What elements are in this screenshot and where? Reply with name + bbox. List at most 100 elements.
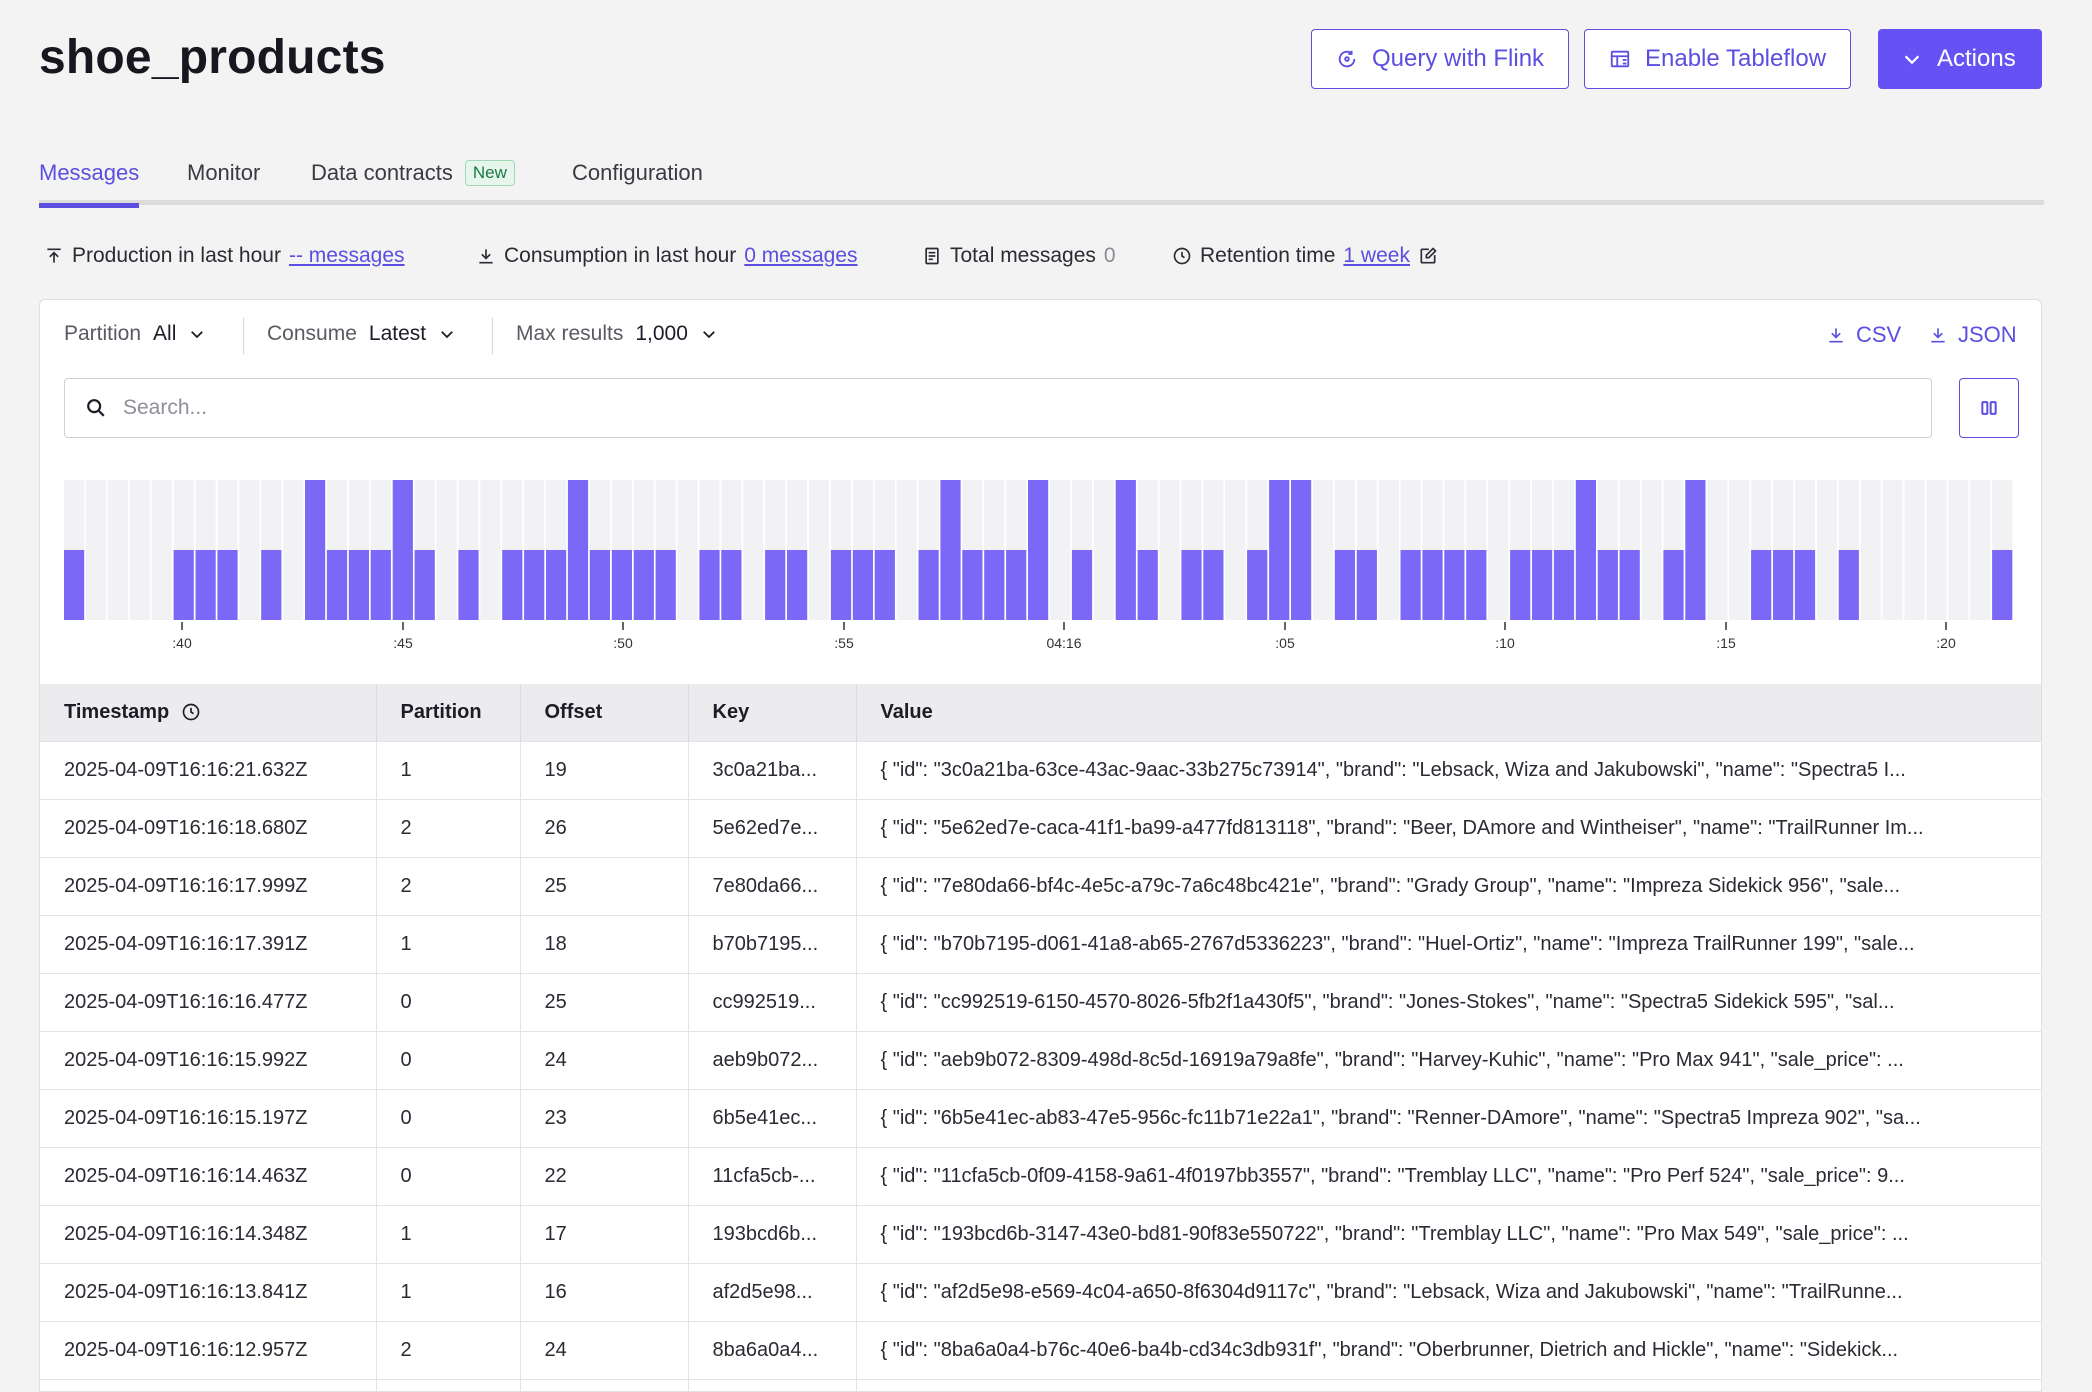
table-row[interactable] <box>40 1378 2041 1391</box>
histogram-bar[interactable] <box>1356 550 1377 620</box>
histogram-bar[interactable] <box>984 550 1005 620</box>
tab-data-contracts[interactable]: Data contracts New <box>311 160 515 202</box>
histogram-bar[interactable] <box>195 550 216 620</box>
histogram-bar[interactable] <box>1422 550 1443 620</box>
column-header-value[interactable]: Value <box>856 684 2041 741</box>
histogram-bar[interactable] <box>1838 550 1859 620</box>
histogram-bar[interactable] <box>1685 480 1706 620</box>
histogram-bar[interactable] <box>458 550 479 620</box>
histogram-bar[interactable] <box>1028 480 1049 620</box>
histogram-bar[interactable] <box>787 550 808 620</box>
histogram-bar[interactable] <box>217 550 238 620</box>
histogram-bar[interactable] <box>940 480 961 620</box>
histogram-bar[interactable] <box>1773 550 1794 620</box>
histogram-bar[interactable] <box>414 550 435 620</box>
histogram-bar[interactable] <box>918 550 939 620</box>
histogram-bar[interactable] <box>852 550 873 620</box>
histogram-bar[interactable] <box>1597 550 1618 620</box>
histogram-bar[interactable] <box>1203 550 1224 620</box>
histogram-bar[interactable] <box>348 550 369 620</box>
histogram-bar[interactable] <box>1510 550 1531 620</box>
table-row[interactable]: 2025-04-09T16:16:15.992Z 0 24 aeb9b072...{ … <box>40 1030 2041 1089</box>
histogram-bar[interactable] <box>1137 550 1158 620</box>
histogram-bar[interactable] <box>1071 550 1093 620</box>
histogram-bar[interactable] <box>830 550 852 620</box>
histogram-bar[interactable] <box>502 550 523 620</box>
histogram-bar[interactable] <box>765 550 786 620</box>
histogram-bar[interactable] <box>589 550 610 620</box>
histogram-bar[interactable] <box>1992 550 2013 620</box>
column-header-partition[interactable]: Partition <box>376 684 521 741</box>
table-row[interactable]: 2025-04-09T16:16:18.680Z 2 26 5e62ed7e...{ … <box>40 798 2041 857</box>
histogram-bar[interactable] <box>633 550 654 620</box>
column-header-key[interactable]: Key <box>688 684 857 741</box>
histogram-bar[interactable] <box>567 480 589 620</box>
table-row[interactable]: 2025-04-09T16:16:17.999Z 2 25 7e80da66...{ … <box>40 856 2041 915</box>
search-input[interactable] <box>123 396 1823 420</box>
axis-tick-label: :45 <box>393 635 413 651</box>
table-row[interactable]: 2025-04-09T16:16:13.841Z 1 16 af2d5e98...{ … <box>40 1262 2041 1321</box>
tab-messages[interactable]: Messages <box>39 160 140 208</box>
columns-button[interactable] <box>1959 378 2019 438</box>
histogram-bar[interactable] <box>524 550 545 620</box>
max-results-dropdown[interactable]: Max results 1,000 <box>516 322 718 346</box>
table-row[interactable]: 2025-04-09T16:16:14.348Z 1 17 193bcd6b...{ … <box>40 1204 2041 1263</box>
consume-dropdown[interactable]: Consume Latest <box>267 322 456 346</box>
histogram-bar[interactable] <box>173 550 194 620</box>
histogram-bar[interactable] <box>326 550 348 620</box>
histogram-bar[interactable] <box>1794 550 1816 620</box>
partition-dropdown[interactable]: Partition All <box>64 322 206 346</box>
histogram-bar[interactable] <box>1291 480 1312 620</box>
histogram-bar[interactable] <box>305 480 326 620</box>
histogram-bar[interactable] <box>1466 550 1487 620</box>
histogram-bar[interactable] <box>655 550 676 620</box>
production-messages-link[interactable]: -- messages <box>289 244 405 268</box>
histogram-bar[interactable] <box>1532 550 1553 620</box>
table-row[interactable]: 2025-04-09T16:16:12.957Z 2 24 8ba6a0a4...{ … <box>40 1320 2041 1379</box>
histogram-bar[interactable] <box>721 550 742 620</box>
histogram-bar[interactable] <box>611 550 632 620</box>
actions-button[interactable]: Actions <box>1878 29 2042 89</box>
offset-cell: 26 <box>520 798 689 857</box>
histogram-bar[interactable] <box>1444 550 1465 620</box>
histogram-bar[interactable] <box>370 550 391 620</box>
histogram-bar[interactable] <box>1181 550 1202 620</box>
query-with-flink-button[interactable]: Query with Flink <box>1311 29 1570 89</box>
histogram-bar[interactable] <box>261 550 282 620</box>
table-row[interactable]: 2025-04-09T16:16:21.632Z 1 19 3c0a21ba...{ … <box>40 740 2041 799</box>
clock-icon[interactable] <box>181 702 201 722</box>
histogram-bar[interactable] <box>1006 550 1027 620</box>
table-row[interactable]: 2025-04-09T16:16:15.197Z 0 23 6b5e41ec...{ … <box>40 1088 2041 1147</box>
consumption-messages-link[interactable]: 0 messages <box>744 244 857 268</box>
histogram-bar[interactable] <box>1247 550 1268 620</box>
histogram-bar[interactable] <box>1663 550 1684 620</box>
histogram-bar[interactable] <box>1619 550 1640 620</box>
tab-configuration[interactable]: Configuration <box>572 160 703 202</box>
histogram-bar[interactable] <box>874 550 895 620</box>
histogram-bar[interactable] <box>1115 480 1136 620</box>
histogram-bar[interactable] <box>546 550 567 620</box>
timestamp-cell: 2025-04-09T16:16:18.680Z <box>40 798 377 857</box>
table-row[interactable]: 2025-04-09T16:16:17.391Z 1 18 b70b7195...{ … <box>40 914 2041 973</box>
histogram-bar[interactable] <box>962 550 983 620</box>
histogram-bar[interactable] <box>1575 480 1596 620</box>
tab-monitor[interactable]: Monitor <box>187 160 260 202</box>
table-row[interactable]: 2025-04-09T16:16:14.463Z 0 22 11cfa5cb-...{… <box>40 1146 2041 1205</box>
json-download-button[interactable]: JSON <box>1928 322 2017 348</box>
histogram-bar[interactable] <box>1751 550 1772 620</box>
csv-download-button[interactable]: CSV <box>1826 322 1901 348</box>
histogram-bar[interactable] <box>64 550 85 620</box>
column-header-offset[interactable]: Offset <box>520 684 689 741</box>
histogram-bar[interactable] <box>699 550 720 620</box>
histogram-bar[interactable] <box>392 480 413 620</box>
value-cell: { "id": "8ba6a0a4-b76c-40e6-ba4b-cd34c3d… <box>856 1320 2041 1379</box>
enable-tableflow-button[interactable]: Enable Tableflow <box>1584 29 1852 89</box>
histogram-bar[interactable] <box>1400 550 1421 620</box>
edit-icon[interactable] <box>1418 246 1438 266</box>
retention-link[interactable]: 1 week <box>1343 244 1410 268</box>
histogram-bar[interactable] <box>1269 480 1290 620</box>
histogram-bar[interactable] <box>1553 550 1575 620</box>
table-row[interactable]: 2025-04-09T16:16:16.477Z 0 25 cc992519...{ … <box>40 972 2041 1031</box>
histogram-bar[interactable] <box>1334 550 1355 620</box>
column-header-timestamp[interactable]: Timestamp <box>40 684 377 741</box>
